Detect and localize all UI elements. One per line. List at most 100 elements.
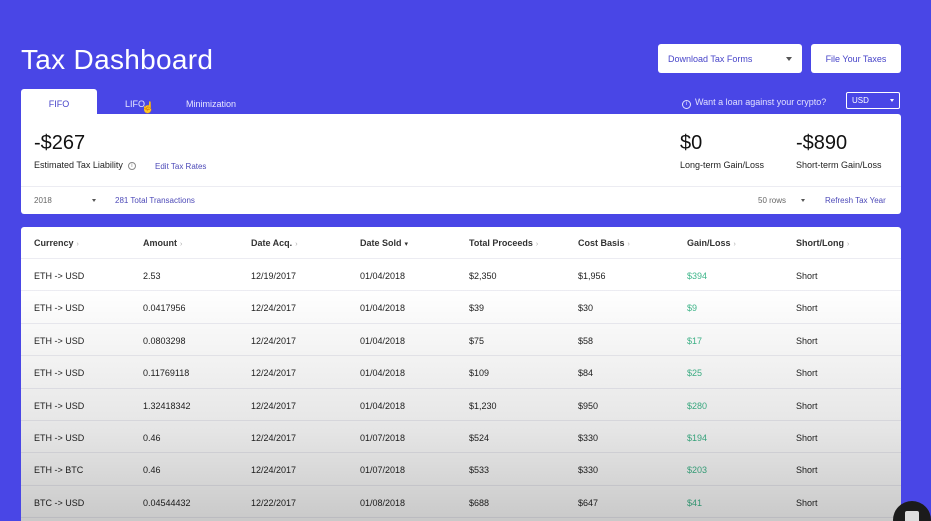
cell-date-acq: 12/24/2017 (251, 433, 297, 443)
page-title: Tax Dashboard (21, 44, 214, 75)
rows-select[interactable]: 50 rows (758, 196, 786, 205)
file-taxes-button[interactable]: File Your Taxes (811, 44, 901, 73)
cell-amount: 1.32418342 (143, 400, 191, 411)
sort-icon: › (847, 241, 850, 248)
cell-total-proceeds: $1,230 (469, 400, 497, 411)
hand-cursor-icon: ☝ (141, 102, 155, 114)
sort-icon: › (733, 241, 736, 248)
info-icon: i (682, 100, 691, 109)
cell-amount: 0.46 (143, 465, 161, 476)
cell-date-sold: 01/08/2018 (360, 497, 406, 508)
column-header-label: Total Proceeds (469, 238, 533, 248)
column-header-date-acq[interactable]: Date Acq. › (251, 238, 298, 248)
currency-select[interactable]: USD (846, 92, 900, 109)
cell-total-proceeds: $75 (469, 335, 485, 346)
cell-total-proceeds: $109 (469, 368, 490, 379)
cell-date-sold: 01/04/2018 (360, 335, 406, 346)
cell-gain-loss: $394 (687, 271, 708, 281)
table-row[interactable]: ETH -> USD 0.46 12/24/2017 01/07/2018 $524 $3… (21, 421, 901, 454)
long-term-label: Long-term Gain/Loss (680, 160, 765, 170)
cell-currency: ETH -> USD (34, 271, 85, 281)
cell-currency: ETH -> BTC (34, 465, 84, 476)
sort-icon: › (76, 241, 79, 248)
table-header: Currency › Amount › Date Acq. › Date Sold ▾ … (21, 227, 901, 259)
cell-gain-loss: $194 (687, 433, 708, 443)
column-header-amount[interactable]: Amount › (143, 238, 182, 248)
table-row[interactable]: ETH -> USD 0.0417956 12/24/2017 01/04/2018 $… (21, 291, 901, 324)
tax-liability-label-text: Estimated Tax Liability (34, 160, 123, 170)
column-header-gain-loss[interactable]: Gain/Loss › (687, 238, 736, 248)
divider (21, 186, 901, 187)
short-term-value: -$890 (796, 132, 848, 154)
chevron-down-icon (890, 99, 894, 102)
cell-currency: ETH -> USD (34, 303, 85, 314)
cell-gain-loss: $280 (687, 400, 708, 411)
cell-date-acq: 12/19/2017 (251, 271, 297, 281)
cell-date-acq: 12/24/2017 (251, 303, 297, 314)
cell-total-proceeds: $2,350 (469, 271, 497, 281)
column-header-currency[interactable]: Currency › (34, 238, 79, 248)
cell-gain-loss: $41 (687, 497, 703, 508)
cell-short-long: Short (796, 368, 818, 379)
cell-short-long: Short (796, 497, 818, 508)
year-select[interactable]: 2018 (34, 196, 52, 205)
total-transactions-link[interactable]: 281 Total Transactions (115, 196, 195, 205)
table-row[interactable]: ETH -> USD 1.32418342 12/24/2017 01/04/2018… (21, 389, 901, 421)
cell-date-sold: 01/07/2018 (360, 465, 406, 476)
cell-total-proceeds: $524 (469, 433, 490, 443)
download-tax-forms-button[interactable]: Download Tax Forms (658, 44, 802, 73)
cell-currency: ETH -> USD (34, 368, 85, 379)
column-header-label: Short/Long (796, 238, 844, 248)
chevron-down-icon (801, 199, 805, 202)
cell-cost-basis: $647 (578, 497, 599, 508)
chat-icon (905, 511, 919, 521)
column-header-label: Amount (143, 238, 177, 248)
cell-gain-loss: $203 (687, 465, 708, 476)
tab-minimization[interactable]: Minimization (180, 89, 242, 115)
tax-liability-value: -$267 (34, 132, 86, 154)
cell-currency: ETH -> USD (34, 335, 85, 346)
cell-amount: 0.0417956 (143, 303, 186, 314)
sort-icon: › (627, 241, 630, 248)
cell-currency: ETH -> USD (34, 433, 85, 443)
table-row[interactable]: ETH -> USD 0.0803298 12/24/2017 01/04/2018 $… (21, 324, 901, 357)
table-row[interactable]: ETH -> USD 0.11769118 12/24/2017 01/04/2018… (21, 356, 901, 389)
refresh-tax-year-link[interactable]: Refresh Tax Year (825, 196, 886, 205)
column-header-label: Date Sold (360, 238, 402, 248)
cell-amount: 0.46 (143, 433, 161, 443)
chevron-down-icon (786, 57, 792, 61)
cell-cost-basis: $950 (578, 400, 599, 411)
table-row[interactable]: ETH -> USD 2.53 12/19/2017 01/04/2018 $2,350… (21, 259, 901, 292)
sort-icon: › (535, 241, 539, 248)
cell-amount: 2.53 (143, 271, 161, 281)
cell-total-proceeds: $533 (469, 465, 490, 476)
column-header-short-long[interactable]: Short/Long › (796, 238, 849, 248)
cell-short-long: Short (796, 465, 818, 476)
cell-short-long: Short (796, 335, 818, 346)
column-header-label: Date Acq. (251, 238, 293, 248)
cell-date-sold: 01/04/2018 (360, 400, 406, 411)
cell-gain-loss: $17 (687, 335, 703, 346)
cell-short-long: Short (796, 433, 818, 443)
loan-prompt[interactable]: i Want a loan against your crypto? (682, 97, 826, 109)
info-icon[interactable]: i (127, 161, 136, 170)
edit-tax-rates-link[interactable]: Edit Tax Rates (155, 162, 206, 171)
cell-amount: 0.0803298 (143, 335, 186, 346)
cell-cost-basis: $1,956 (578, 271, 606, 281)
cell-cost-basis: $30 (578, 303, 594, 314)
cell-date-sold: 01/07/2018 (360, 433, 406, 443)
cell-amount: 0.04544432 (143, 497, 191, 508)
cell-currency: BTC -> USD (34, 497, 85, 508)
long-term-value: $0 (680, 132, 703, 154)
table-row[interactable]: ETH -> BTC 0.46 12/24/2017 01/07/2018 $533 $3… (21, 453, 901, 486)
cell-short-long: Short (796, 271, 818, 281)
column-header-date-sold[interactable]: Date Sold ▾ (360, 238, 408, 248)
sort-icon: › (180, 241, 183, 248)
column-header-cost-basis[interactable]: Cost Basis › (578, 238, 630, 248)
column-header-label: Gain/Loss (687, 238, 731, 248)
cell-date-acq: 12/24/2017 (251, 368, 297, 379)
tab-fifo[interactable]: FIFO (21, 89, 97, 115)
cell-gain-loss: $9 (687, 303, 698, 314)
table-row[interactable]: BTC -> USD 0.04544432 12/22/2017 01/08/2018… (21, 486, 901, 519)
column-header-total-proceeds[interactable]: Total Proceeds › (469, 238, 538, 248)
